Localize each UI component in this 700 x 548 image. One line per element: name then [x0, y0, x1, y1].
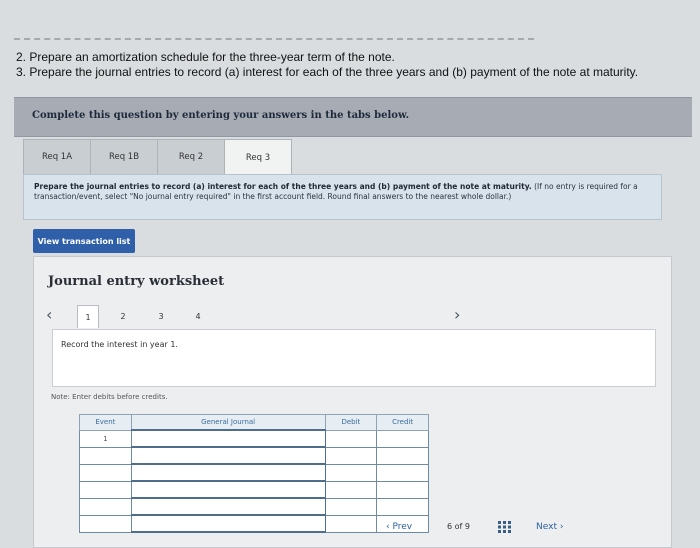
- account-field[interactable]: [130, 429, 326, 448]
- column-header-event: Event: [79, 414, 132, 431]
- event-cell: [79, 446, 132, 465]
- page-current: 6: [447, 522, 453, 531]
- worksheet-page-2[interactable]: 2: [114, 305, 132, 327]
- debit-field[interactable]: [324, 480, 378, 499]
- table-row: 1: [79, 429, 429, 448]
- debit-field[interactable]: [324, 463, 378, 482]
- worksheet-page-1[interactable]: 1: [77, 305, 99, 328]
- event-cell: [79, 497, 132, 516]
- credit-field[interactable]: [376, 463, 429, 482]
- debit-field[interactable]: [324, 429, 378, 448]
- table-row: [79, 497, 429, 516]
- worksheet-page-4[interactable]: 4: [189, 305, 207, 327]
- event-cell: [79, 480, 132, 499]
- page-total: 9: [464, 522, 470, 531]
- prompt-bold-text: Prepare the journal entries to record (a…: [34, 182, 532, 191]
- event-cell: [79, 514, 132, 533]
- table-row: [79, 514, 429, 533]
- view-transaction-list-button[interactable]: View transaction list: [33, 229, 135, 253]
- column-header-debit: Debit: [324, 414, 378, 431]
- instruction-line-3: 3. Prepare the journal entries to record…: [16, 65, 639, 79]
- worksheet-title: Journal entry worksheet: [48, 274, 225, 289]
- debit-field[interactable]: [324, 497, 378, 516]
- prev-button[interactable]: ‹ Prev: [386, 522, 412, 532]
- debit-field[interactable]: [324, 514, 378, 533]
- credit-field[interactable]: [376, 429, 429, 448]
- account-field[interactable]: [130, 497, 326, 516]
- account-field[interactable]: [130, 446, 326, 465]
- debits-credits-note: Note: Enter debits before credits.: [51, 393, 168, 401]
- credit-field[interactable]: [376, 497, 429, 516]
- page-indicator: 6 of 9: [447, 522, 470, 531]
- cropped-instruction-line: [14, 38, 534, 44]
- record-instruction-text: Record the interest in year 1.: [61, 340, 178, 349]
- worksheet-page-3[interactable]: 3: [152, 305, 170, 327]
- table-row: [79, 480, 429, 499]
- record-instruction-box: Record the interest in year 1.: [52, 329, 656, 387]
- journal-entry-worksheet: Journal entry worksheet ‹ 1 2 3 4 › Reco…: [33, 256, 672, 548]
- account-field[interactable]: [130, 480, 326, 499]
- account-field[interactable]: [130, 463, 326, 482]
- column-header-credit: Credit: [376, 414, 429, 431]
- grid-icon[interactable]: [498, 521, 511, 533]
- account-field[interactable]: [130, 514, 326, 533]
- event-number: 1: [79, 429, 132, 448]
- chevron-right-icon[interactable]: ›: [454, 305, 460, 324]
- instruction-line-2: 2. Prepare an amortization schedule for …: [16, 50, 395, 64]
- credit-field[interactable]: [376, 480, 429, 499]
- table-row: [79, 446, 429, 465]
- event-cell: [79, 463, 132, 482]
- tab-req-3[interactable]: Req 3: [224, 139, 292, 176]
- question-banner: Complete this question by entering your …: [14, 97, 692, 137]
- chevron-right-icon: ›: [556, 522, 564, 532]
- banner-text: Complete this question by entering your …: [32, 110, 410, 121]
- chevron-left-icon[interactable]: ‹: [46, 305, 52, 324]
- credit-field[interactable]: [376, 446, 429, 465]
- prev-label: Prev: [392, 522, 413, 532]
- next-button[interactable]: Next ›: [536, 522, 563, 532]
- tab-req-1b[interactable]: Req 1B: [90, 139, 158, 174]
- page-of: of: [454, 522, 463, 531]
- tab-req-2[interactable]: Req 2: [157, 139, 225, 174]
- column-header-general-journal: General Journal: [130, 414, 326, 431]
- next-label: Next: [536, 522, 557, 532]
- requirement-prompt: Prepare the journal entries to record (a…: [23, 174, 662, 220]
- debit-field[interactable]: [324, 446, 378, 465]
- table-row: [79, 463, 429, 482]
- journal-table: Event General Journal Debit Credit 1: [79, 414, 429, 533]
- tab-req-1a[interactable]: Req 1A: [23, 139, 91, 174]
